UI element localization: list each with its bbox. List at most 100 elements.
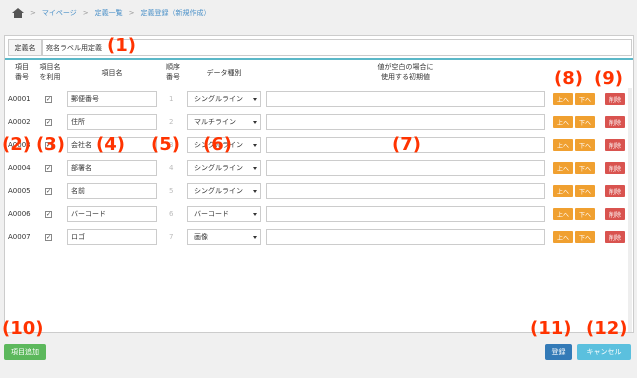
table-row: A0002 ✓ 住所 2 マルチライン 上へ 下へ 削除 (5, 111, 633, 134)
header-data-type: データ種別 (206, 69, 242, 77)
breadcrumb-separator: > (128, 9, 135, 17)
item-name-input[interactable]: 部署名 (67, 160, 157, 176)
home-icon[interactable] (12, 8, 24, 18)
table-row: A0006 ✓ バーコード 6 バーコード 上へ 下へ 削除 (5, 203, 633, 226)
table-row: A0007 ✓ ロゴ 7 画像 上へ 下へ 削除 (5, 226, 633, 249)
table-row: A0004 ✓ 部署名 4 シングルライン 上へ 下へ 削除 (5, 157, 633, 180)
item-name-input[interactable]: 郵便番号 (67, 91, 157, 107)
move-down-button[interactable]: 下へ (575, 231, 595, 243)
use-name-checkbox[interactable]: ✓ (45, 188, 52, 195)
order-number: 5 (169, 187, 174, 195)
data-type-select[interactable]: シングルライン (187, 91, 261, 107)
data-type-select[interactable]: シングルライン (187, 160, 261, 176)
move-up-button[interactable]: 上へ (553, 208, 573, 220)
data-type-select[interactable]: マルチライン (187, 114, 261, 130)
item-number: A0002 (8, 118, 31, 126)
move-up-button[interactable]: 上へ (553, 185, 573, 197)
default-value-input[interactable] (266, 91, 545, 107)
data-type-select[interactable]: シングルライン (187, 183, 261, 199)
item-number: A0004 (8, 164, 31, 172)
chevron-down-icon (253, 167, 257, 170)
use-name-checkbox[interactable]: ✓ (45, 119, 52, 126)
breadcrumb-definition-list[interactable]: 定義一覧 (95, 8, 123, 18)
delete-button[interactable]: 削除 (605, 93, 625, 105)
item-name-input[interactable]: 名前 (67, 183, 157, 199)
move-up-button[interactable]: 上へ (553, 116, 573, 128)
header-order-number: 順序 番号 (166, 63, 180, 81)
use-name-checkbox[interactable]: ✓ (45, 234, 52, 241)
chevron-down-icon (253, 213, 257, 216)
breadcrumb-separator: > (82, 9, 89, 17)
annotation-5: (5) (151, 134, 180, 155)
definition-form-panel: 定義名 宛名ラベル用定義 項目 番号 項目名 を利用 項目名 順序 番号 データ種別 … (4, 35, 634, 333)
move-up-button[interactable]: 上へ (553, 231, 573, 243)
default-value-input[interactable] (266, 183, 545, 199)
annotation-7: (7) (392, 134, 421, 155)
delete-button[interactable]: 削除 (605, 162, 625, 174)
annotation-12: (12) (586, 318, 628, 339)
data-type-select[interactable]: バーコード (187, 206, 261, 222)
item-name-input[interactable]: バーコード (67, 206, 157, 222)
default-value-input[interactable] (266, 114, 545, 130)
move-down-button[interactable]: 下へ (575, 208, 595, 220)
move-down-button[interactable]: 下へ (575, 93, 595, 105)
annotation-6: (6) (203, 134, 232, 155)
delete-button[interactable]: 削除 (605, 231, 625, 243)
chevron-down-icon (253, 144, 257, 147)
move-down-button[interactable]: 下へ (575, 185, 595, 197)
chevron-down-icon (253, 190, 257, 193)
breadcrumb-current: 定義登録（新規作成） (140, 9, 211, 17)
cancel-button[interactable]: キャンセル (577, 344, 631, 360)
add-item-button[interactable]: 項目追加 (4, 344, 46, 360)
delete-button[interactable]: 削除 (605, 116, 625, 128)
order-number: 7 (169, 233, 174, 241)
default-value-input[interactable] (266, 160, 545, 176)
order-number: 1 (169, 95, 174, 103)
item-name-input[interactable]: 住所 (67, 114, 157, 130)
annotation-1: (1) (107, 35, 136, 56)
use-name-checkbox[interactable]: ✓ (45, 96, 52, 103)
move-up-button[interactable]: 上へ (553, 93, 573, 105)
annotation-2: (2) (2, 134, 31, 155)
header-item-name: 項目名 (101, 69, 123, 77)
definition-name-row: 定義名 宛名ラベル用定義 (5, 36, 633, 60)
delete-button[interactable]: 削除 (605, 185, 625, 197)
chevron-down-icon (253, 121, 257, 124)
annotation-8: (8) (554, 68, 583, 89)
item-number: A0006 (8, 210, 31, 218)
vertical-scrollbar[interactable] (628, 88, 632, 332)
default-value-input[interactable] (266, 206, 545, 222)
header-use-item-name: 項目名 を利用 (39, 63, 61, 81)
annotation-3: (3) (36, 134, 65, 155)
order-number: 2 (169, 118, 174, 126)
default-value-input[interactable] (266, 229, 545, 245)
register-button[interactable]: 登録 (545, 344, 572, 360)
item-number: A0001 (8, 95, 31, 103)
move-up-button[interactable]: 上へ (553, 139, 573, 151)
move-down-button[interactable]: 下へ (575, 139, 595, 151)
breadcrumb-mypage[interactable]: マイページ (42, 8, 77, 18)
item-name-input[interactable]: ロゴ (67, 229, 157, 245)
order-number: 6 (169, 210, 174, 218)
delete-button[interactable]: 削除 (605, 139, 625, 151)
move-up-button[interactable]: 上へ (553, 162, 573, 174)
order-number: 4 (169, 164, 174, 172)
use-name-checkbox[interactable]: ✓ (45, 165, 52, 172)
breadcrumb-separator: > (30, 9, 36, 17)
move-down-button[interactable]: 下へ (575, 116, 595, 128)
move-down-button[interactable]: 下へ (575, 162, 595, 174)
item-number: A0005 (8, 187, 31, 195)
table-row: A0005 ✓ 名前 5 シングルライン 上へ 下へ 削除 (5, 180, 633, 203)
use-name-checkbox[interactable]: ✓ (45, 211, 52, 218)
chevron-down-icon (253, 236, 257, 239)
header-item-number: 項目 番号 (15, 63, 29, 81)
chevron-down-icon (253, 98, 257, 101)
data-type-select[interactable]: 画像 (187, 229, 261, 245)
item-number: A0007 (8, 233, 31, 241)
definition-name-label: 定義名 (8, 39, 42, 56)
annotation-10: (10) (2, 318, 44, 339)
delete-button[interactable]: 削除 (605, 208, 625, 220)
annotation-9: (9) (594, 68, 623, 89)
breadcrumb: > マイページ > 定義一覧 > 定義登録（新規作成） (12, 6, 211, 20)
table-row: A0001 ✓ 郵便番号 1 シングルライン 上へ 下へ 削除 (5, 88, 633, 111)
